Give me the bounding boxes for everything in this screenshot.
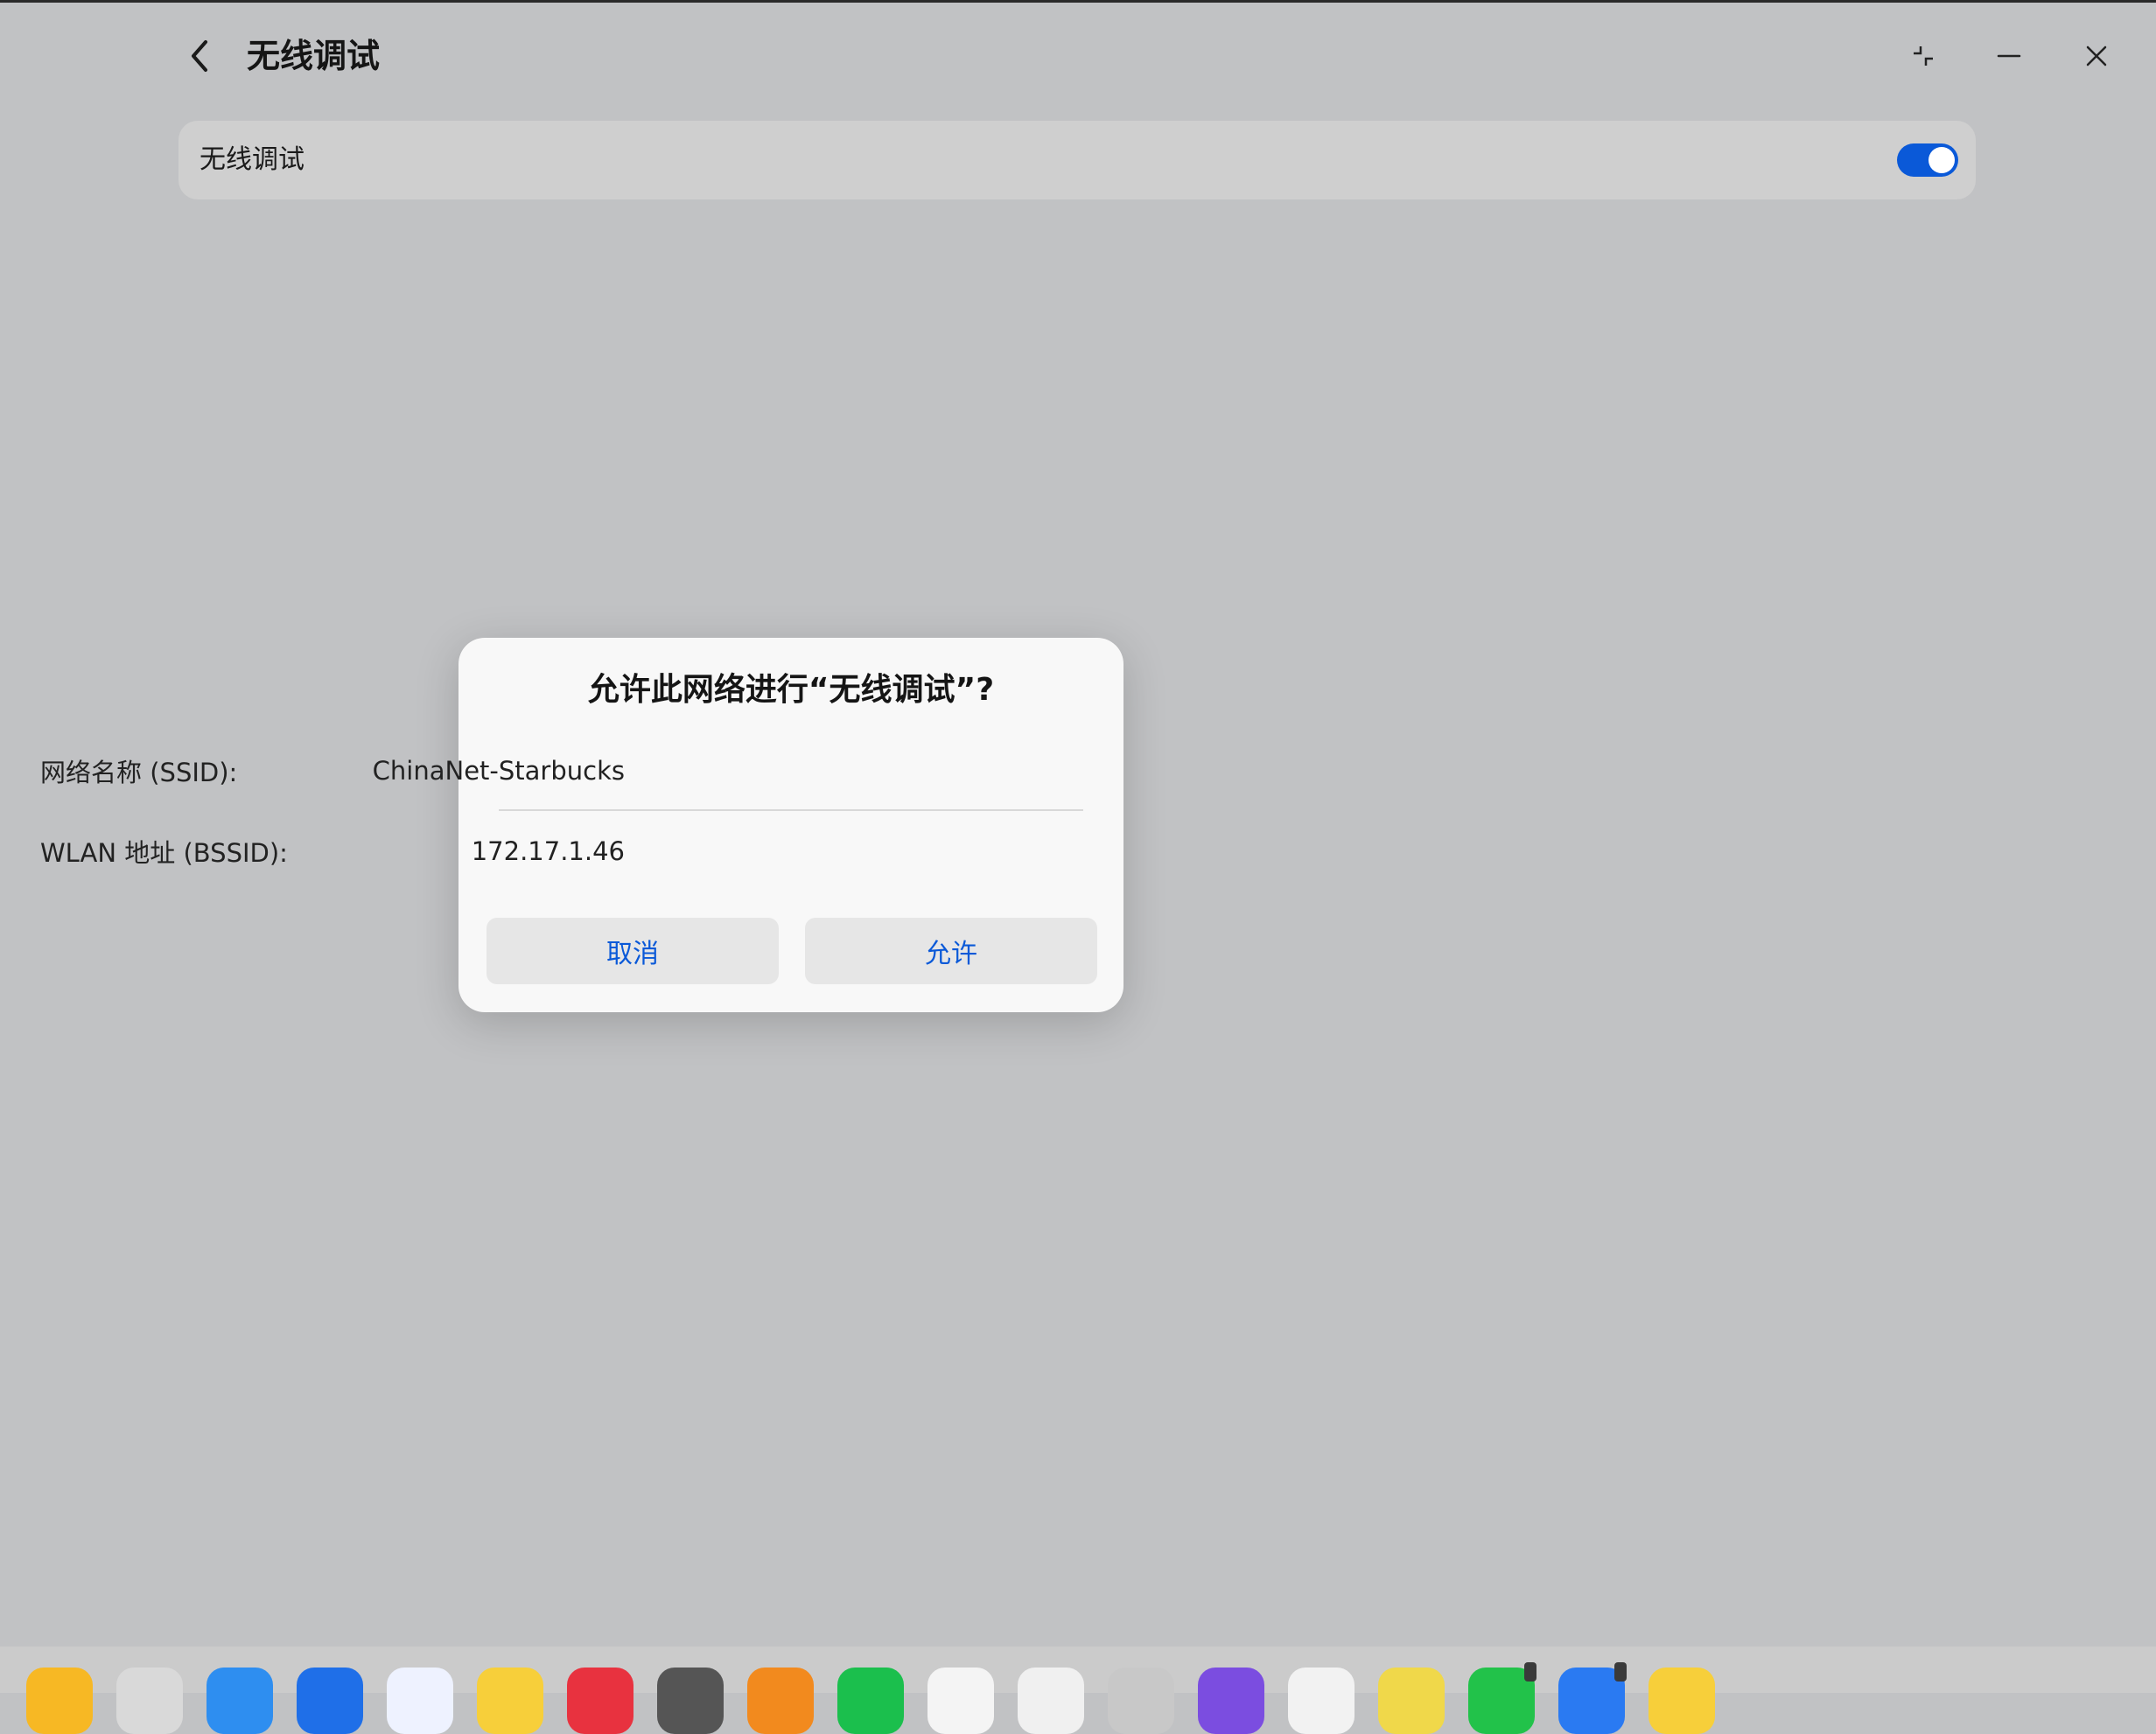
mail-app-icon[interactable]: [297, 1668, 363, 1734]
notification-badge: [1614, 1662, 1627, 1682]
ssid-label: 网络名称 (SSID):: [40, 758, 238, 787]
bssid-value: 172.17.1.46: [471, 836, 625, 866]
wps-app-icon[interactable]: [1018, 1668, 1084, 1734]
wireless-debugging-label: 无线调试: [200, 144, 304, 175]
wechat-app-icon[interactable]: [837, 1668, 904, 1734]
notification-badge: [1524, 1662, 1536, 1682]
x-app-icon[interactable]: [1648, 1668, 1715, 1734]
bssid-label: WLAN 地址 (BSSID):: [40, 838, 288, 868]
allow-button[interactable]: 允许: [805, 918, 1097, 984]
game-app-icon[interactable]: [1288, 1668, 1354, 1734]
window-top-border: [0, 0, 2156, 3]
ssid-value: ChinaNet-Starbucks: [372, 756, 625, 786]
close-window-button[interactable]: [2070, 31, 2123, 80]
chevron-left-icon: [192, 40, 207, 72]
restore-window-button[interactable]: [1897, 31, 1950, 80]
memo-app-icon[interactable]: [477, 1668, 543, 1734]
wireless-debugging-toggle[interactable]: [1897, 143, 1958, 177]
assistant-app-icon[interactable]: [1198, 1668, 1264, 1734]
store-app-icon[interactable]: [567, 1668, 634, 1734]
ssid-row: 网络名称 (SSID): ChinaNet-Starbucks: [40, 745, 625, 797]
minimize-icon: [1997, 54, 2021, 58]
gallery-app-icon[interactable]: [387, 1668, 453, 1734]
pinwheel-app-icon[interactable]: [1378, 1668, 1445, 1734]
color-app-icon[interactable]: [1108, 1668, 1174, 1734]
cancel-button[interactable]: 取消: [486, 918, 779, 984]
dialog-title: 允许此网络进行“无线调试”?: [587, 672, 995, 708]
close-icon: [2086, 45, 2107, 66]
trash-app-icon[interactable]: [116, 1668, 183, 1734]
notes-app-icon[interactable]: [26, 1668, 93, 1734]
restore-icon: [1914, 46, 1933, 66]
minimize-window-button[interactable]: [1983, 31, 2035, 80]
back-button[interactable]: [175, 31, 224, 80]
toggle-knob: [1928, 147, 1955, 173]
browser-app-icon[interactable]: [206, 1668, 273, 1734]
wireless-debugging-setting-row: 无线调试: [178, 121, 1976, 199]
office-app-icon[interactable]: [747, 1668, 814, 1734]
qq-app-icon[interactable]: [928, 1668, 994, 1734]
page-title: 无线调试: [247, 37, 381, 75]
settings-app-icon[interactable]: [657, 1668, 724, 1734]
bssid-row: WLAN 地址 (BSSID): 172.17.1.46: [40, 825, 625, 877]
dialog-divider: [499, 809, 1083, 811]
